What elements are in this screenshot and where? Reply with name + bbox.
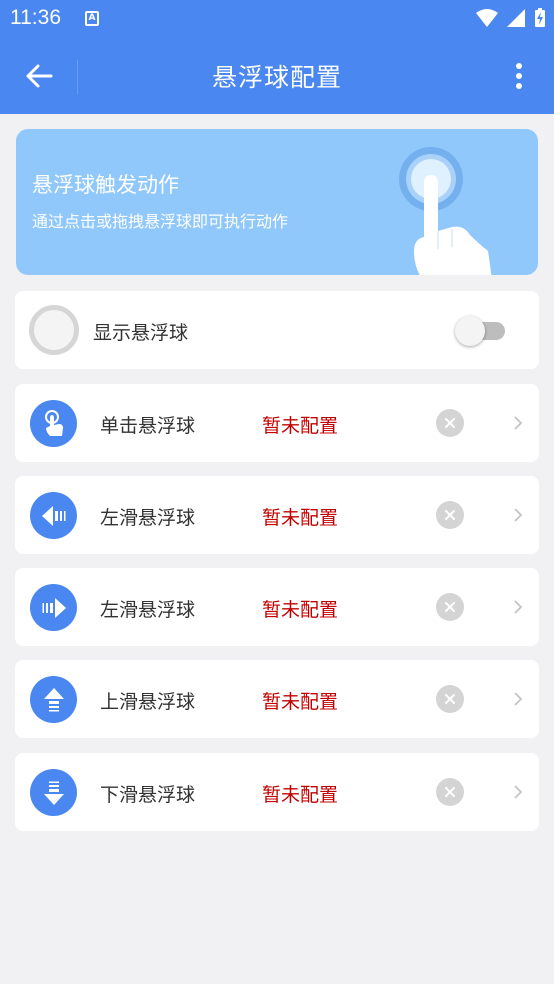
chevron-right-icon <box>509 598 527 616</box>
action-row-swipe-down[interactable]: 下滑悬浮球 暂未配置 <box>15 753 539 831</box>
more-dot <box>516 73 522 79</box>
wifi-icon <box>475 9 498 27</box>
action-status: 暂未配置 <box>262 784 339 806</box>
close-icon <box>445 418 455 428</box>
chevron-right-icon <box>509 783 527 801</box>
more-dot <box>516 63 522 69</box>
action-status: 暂未配置 <box>262 415 339 437</box>
swipe-left-icon <box>30 492 77 539</box>
action-label: 下滑悬浮球 <box>100 784 196 806</box>
more-menu-button[interactable] <box>510 60 528 92</box>
notification-icon: A <box>85 11 99 26</box>
chevron-right-icon <box>509 506 527 524</box>
chevron-right-icon <box>509 414 527 432</box>
close-icon <box>445 510 455 520</box>
more-dot <box>516 83 522 89</box>
status-bar: 11:36 A <box>0 0 554 38</box>
action-row-swipe-right[interactable]: 左滑悬浮球 暂未配置 <box>15 568 539 646</box>
float-ball-toggle-row: 显示悬浮球 <box>15 291 539 369</box>
chevron-right-icon <box>509 690 527 708</box>
action-row-tap[interactable]: 单击悬浮球 暂未配置 <box>15 384 539 462</box>
action-status: 暂未配置 <box>262 507 339 529</box>
float-ball-icon <box>29 305 79 355</box>
swipe-down-icon <box>30 769 77 816</box>
switch-thumb <box>455 316 485 346</box>
swipe-right-icon <box>30 584 77 631</box>
swipe-up-icon <box>30 676 77 723</box>
action-status: 暂未配置 <box>262 599 339 621</box>
float-ball-switch[interactable] <box>455 315 507 346</box>
action-label: 单击悬浮球 <box>100 415 196 437</box>
tap-hand-icon <box>30 400 77 447</box>
status-time: 11:36 <box>10 6 61 29</box>
action-status: 暂未配置 <box>262 691 339 713</box>
banner-subtitle: 通过点击或拖拽悬浮球即可执行动作 <box>32 212 289 231</box>
status-icons <box>472 8 546 28</box>
clear-button[interactable] <box>436 501 464 529</box>
page-title: 悬浮球配置 <box>211 63 342 92</box>
banner-title: 悬浮球触发动作 <box>32 173 179 197</box>
clear-button[interactable] <box>436 685 464 713</box>
action-row-swipe-up[interactable]: 上滑悬浮球 暂未配置 <box>15 660 539 738</box>
clear-button[interactable] <box>436 778 464 806</box>
action-label: 上滑悬浮球 <box>100 691 196 713</box>
signal-icon <box>506 9 525 27</box>
close-icon <box>445 787 455 797</box>
info-banner: 悬浮球触发动作 通过点击或拖拽悬浮球即可执行动作 <box>16 129 538 275</box>
finger-tap-illustration <box>399 147 492 275</box>
action-row-swipe-left[interactable]: 左滑悬浮球 暂未配置 <box>15 476 539 554</box>
battery-icon <box>535 8 545 27</box>
action-label: 左滑悬浮球 <box>100 507 196 529</box>
clear-button[interactable] <box>436 593 464 621</box>
float-ball-toggle-label: 显示悬浮球 <box>93 322 189 344</box>
close-icon <box>445 602 455 612</box>
action-label: 左滑悬浮球 <box>100 599 196 621</box>
close-icon <box>445 694 455 704</box>
app-bar: 11:36 A 悬浮球配置 <box>0 0 554 114</box>
clear-button[interactable] <box>436 409 464 437</box>
